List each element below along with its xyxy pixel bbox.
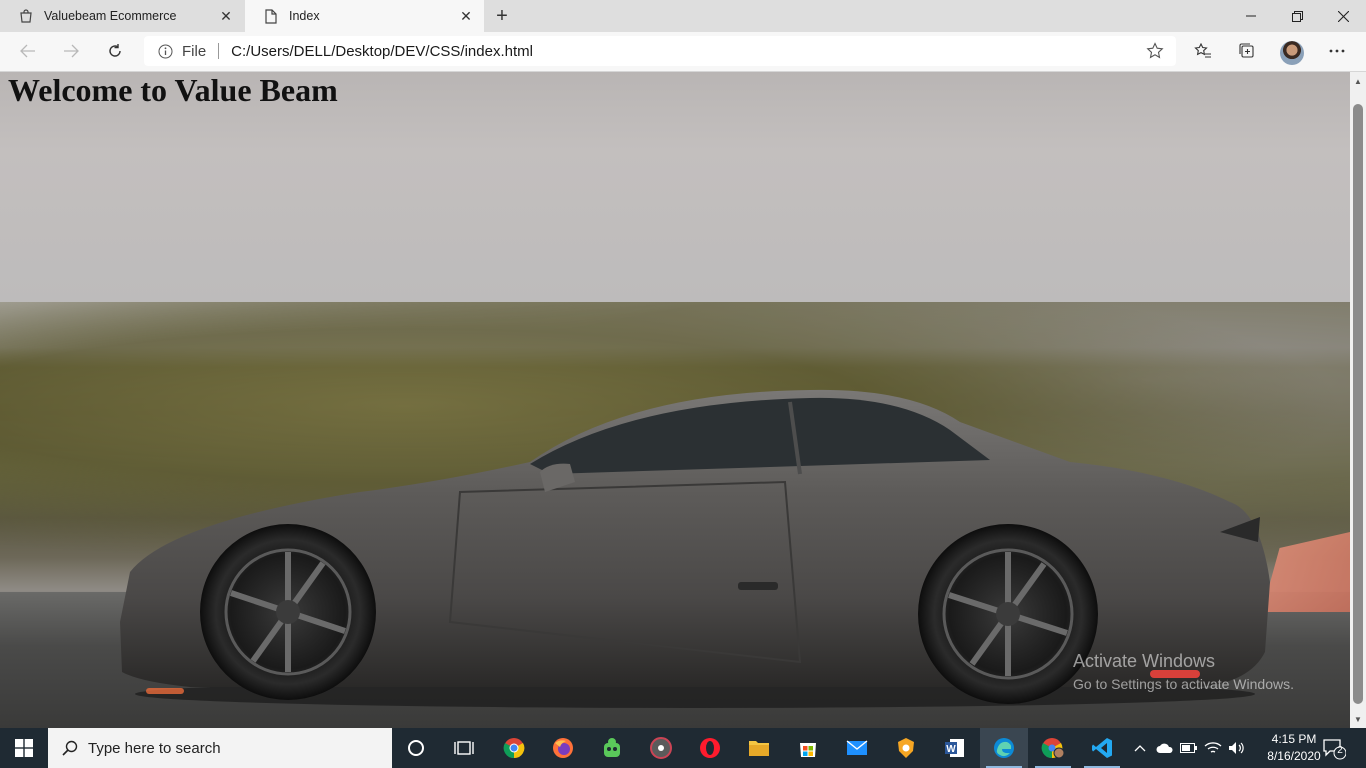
cortana-icon[interactable] (392, 728, 440, 768)
refresh-button[interactable] (100, 36, 130, 66)
page-icon (263, 8, 279, 24)
favorites-icon[interactable] (1188, 36, 1218, 66)
start-button[interactable] (0, 728, 48, 768)
media-player-icon[interactable] (637, 728, 685, 768)
scroll-down-arrow-icon[interactable]: ▼ (1350, 712, 1366, 726)
scroll-thumb[interactable] (1353, 104, 1363, 704)
url-text[interactable]: C:/Users/DELL/Desktop/DEV/CSS/index.html (231, 43, 533, 60)
store-icon[interactable] (784, 728, 832, 768)
notification-center-button[interactable]: 2 (1322, 736, 1347, 760)
system-clock[interactable]: 4:15 PM 8/16/2020 (1262, 731, 1326, 765)
profile-avatar[interactable] (1280, 41, 1304, 65)
file-explorer-icon[interactable] (735, 728, 783, 768)
windows-taskbar: Type here to search W 4:15 PM 8/16/2020 … (0, 728, 1366, 768)
opera-icon[interactable] (686, 728, 734, 768)
restore-button[interactable] (1274, 0, 1320, 32)
close-tab-icon[interactable]: ✕ (454, 4, 478, 28)
more-options-icon[interactable] (1322, 36, 1352, 66)
tab-valuebeam-ecommerce[interactable]: Valuebeam Ecommerce ✕ (0, 0, 244, 32)
collections-icon[interactable] (1232, 36, 1262, 66)
edge-icon[interactable] (980, 728, 1028, 768)
close-window-button[interactable] (1320, 0, 1366, 32)
shopping-bag-icon (18, 8, 34, 24)
favorite-star-icon[interactable] (1146, 42, 1164, 60)
activate-windows-watermark: Activate Windows Go to Settings to activ… (1073, 651, 1294, 692)
file-scheme-label: File (182, 42, 207, 60)
show-hidden-icons-chevron-icon[interactable] (1130, 728, 1150, 768)
page-viewport: Welcome to Value Beam Activate Windows G… (0, 72, 1350, 728)
vscode-icon[interactable] (1078, 728, 1126, 768)
vertical-scrollbar[interactable]: ▲ ▼ (1350, 72, 1366, 728)
clock-time: 4:15 PM (1271, 732, 1317, 746)
brave-icon[interactable] (882, 728, 930, 768)
task-view-icon[interactable] (440, 728, 488, 768)
notification-count: 2 (1337, 745, 1343, 756)
mail-icon[interactable] (833, 728, 881, 768)
back-button[interactable] (13, 36, 43, 66)
svg-text:W: W (946, 744, 956, 755)
scroll-up-arrow-icon[interactable]: ▲ (1350, 74, 1366, 88)
minimize-button[interactable] (1228, 0, 1274, 32)
wifi-icon[interactable] (1202, 728, 1224, 768)
firefox-icon[interactable] (539, 728, 587, 768)
info-icon[interactable] (156, 42, 174, 60)
tab-title: Valuebeam Ecommerce (44, 9, 177, 23)
watermark-subtitle: Go to Settings to activate Windows. (1073, 676, 1294, 692)
volume-icon[interactable] (1226, 728, 1248, 768)
tab-strip: Valuebeam Ecommerce ✕ Index ✕ + (0, 0, 1366, 32)
battery-icon[interactable] (1178, 728, 1200, 768)
tab-title: Index (289, 9, 320, 23)
search-icon (60, 738, 80, 758)
chrome-icon[interactable] (490, 728, 538, 768)
address-bar[interactable]: File C:/Users/DELL/Desktop/DEV/CSS/index… (144, 36, 1176, 66)
vpn-icon[interactable] (588, 728, 636, 768)
windows-logo-icon (15, 739, 33, 757)
search-placeholder: Type here to search (88, 739, 221, 757)
onedrive-cloud-icon[interactable] (1154, 728, 1176, 768)
forward-button[interactable] (56, 36, 86, 66)
watermark-title: Activate Windows (1073, 651, 1216, 671)
page-title: Welcome to Value Beam (8, 72, 338, 108)
browser-toolbar: File C:/Users/DELL/Desktop/DEV/CSS/index… (0, 32, 1366, 72)
new-tab-button[interactable]: + (490, 4, 514, 28)
tab-index[interactable]: Index ✕ (245, 0, 484, 32)
word-icon[interactable]: W (931, 728, 979, 768)
taskbar-search-box[interactable]: Type here to search (48, 728, 392, 768)
clock-date: 8/16/2020 (1267, 749, 1321, 763)
close-tab-icon[interactable]: ✕ (214, 4, 238, 28)
divider (218, 43, 220, 59)
chrome-profile-icon[interactable] (1029, 728, 1077, 768)
